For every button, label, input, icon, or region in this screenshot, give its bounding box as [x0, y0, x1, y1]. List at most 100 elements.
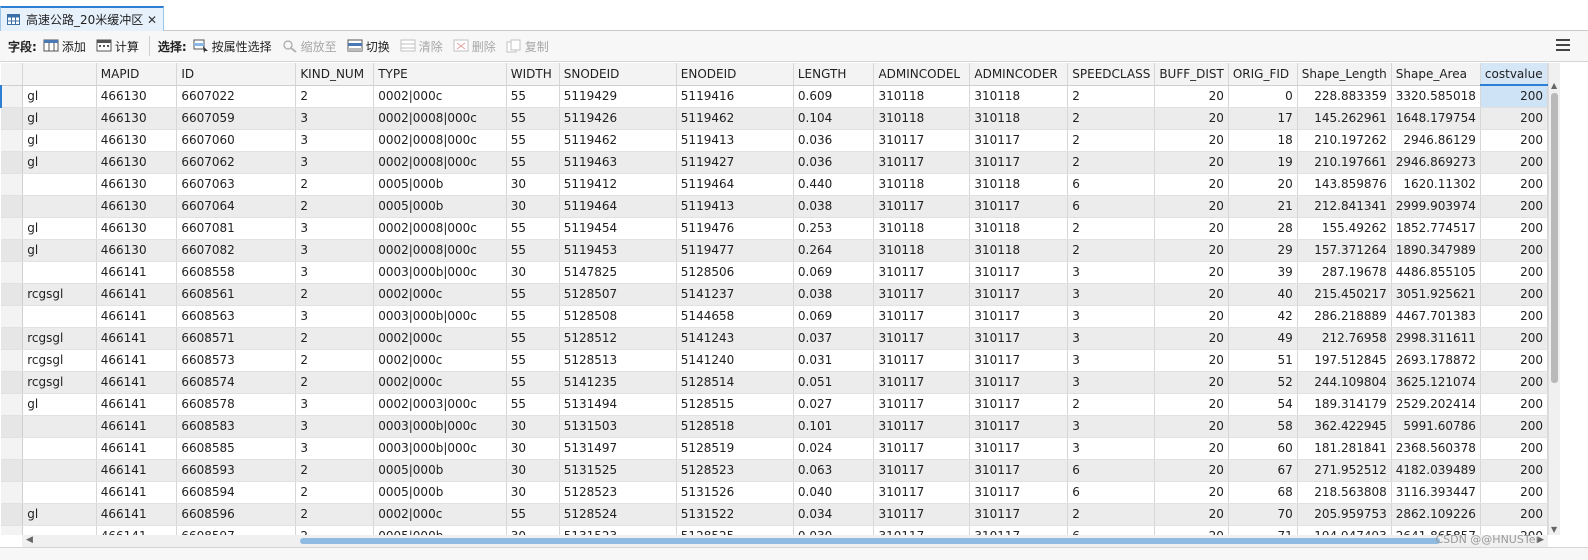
table-cell[interactable]: 0002|0008|000c — [373, 151, 507, 174]
table-cell[interactable]: 200 — [1480, 195, 1548, 218]
table-cell[interactable]: 0002|000c — [373, 349, 507, 372]
table-cell[interactable]: 2 — [295, 481, 375, 504]
table-cell[interactable]: 466130 — [96, 195, 178, 218]
table-cell[interactable]: 200 — [1480, 503, 1548, 526]
table-cell[interactable]: 466141 — [96, 349, 178, 372]
table-cell[interactable]: 0005|000b — [373, 525, 507, 535]
table-cell[interactable]: 30 — [506, 481, 560, 504]
table-cell[interactable]: 310117 — [873, 525, 971, 535]
table-cell[interactable]: 5119477 — [676, 239, 794, 262]
table-cell[interactable]: 212.841341 — [1297, 195, 1392, 218]
table-cell[interactable]: 310117 — [969, 393, 1069, 416]
table-cell[interactable]: 3 — [1067, 349, 1156, 372]
table-cell[interactable]: 55 — [506, 129, 560, 152]
add-field-button[interactable]: 添加 — [43, 38, 86, 55]
table-cell[interactable]: 466130 — [96, 107, 178, 130]
table-cell[interactable]: rcgsgl — [22, 283, 97, 306]
table-cell[interactable]: 310118 — [873, 107, 971, 130]
table-cell[interactable] — [22, 437, 97, 460]
table-cell[interactable]: 244.109804 — [1297, 371, 1392, 394]
table-cell[interactable]: 30 — [506, 525, 560, 535]
table-cell[interactable]: gl — [22, 217, 97, 240]
table-cell[interactable]: 466141 — [96, 305, 178, 328]
table-cell[interactable]: 5128518 — [676, 415, 794, 438]
table-cell[interactable]: gl — [22, 151, 97, 174]
table-cell[interactable]: 310117 — [969, 261, 1069, 284]
table-cell[interactable]: 5119429 — [559, 85, 677, 108]
table-cell[interactable]: 20 — [1154, 327, 1229, 350]
table-cell[interactable]: 5147825 — [559, 261, 677, 284]
table-cell[interactable]: 18 — [1228, 129, 1298, 152]
table-row[interactable]: rcgsgl 466141 6608573 2 0002|000c 55 5128513 51… — [1, 349, 1548, 372]
table-cell[interactable]: 55 — [506, 107, 560, 130]
table-cell[interactable]: gl — [22, 393, 97, 416]
table-cell[interactable]: 20 — [1154, 305, 1229, 328]
row-selector-header[interactable] — [1, 63, 24, 86]
table-cell[interactable]: 20 — [1154, 261, 1229, 284]
table-cell[interactable]: rcgsgl — [22, 371, 97, 394]
table-row[interactable]: 466141660859720005|000b30513152351285250… — [1, 525, 1548, 535]
row-selector[interactable] — [1, 283, 24, 306]
table-cell[interactable]: 1852.774517 — [1391, 217, 1481, 240]
table-cell[interactable]: 310117 — [873, 283, 971, 306]
table-cell[interactable]: 5128523 — [559, 481, 677, 504]
table-cell[interactable]: 60 — [1228, 437, 1298, 460]
table-cell[interactable]: 2946.869273 — [1391, 151, 1481, 174]
table-row[interactable]: rcgsgl 466141 6608571 2 0002|000c 55 5128512 51… — [1, 327, 1548, 350]
table-cell[interactable]: 0002|0008|000c — [373, 129, 507, 152]
table-row[interactable]: 466141 6608583 3 0003|000b|000c 30 5131503 512… — [1, 415, 1548, 438]
table-cell[interactable]: 466130 — [96, 129, 178, 152]
table-cell[interactable]: 5128519 — [676, 437, 794, 460]
table-cell[interactable] — [22, 195, 97, 218]
table-cell[interactable]: 5128506 — [676, 261, 794, 284]
table-cell[interactable]: 200 — [1480, 173, 1548, 196]
table-cell[interactable]: 212.76958 — [1297, 327, 1392, 350]
table-cell[interactable]: 0005|000b — [373, 195, 507, 218]
table-cell[interactable]: 310117 — [969, 503, 1069, 526]
table-cell[interactable]: 6608574 — [176, 371, 297, 394]
table-cell[interactable]: 5141240 — [676, 349, 794, 372]
table-cell[interactable]: 5119454 — [559, 217, 677, 240]
table-cell[interactable]: 40 — [1228, 283, 1298, 306]
column-header[interactable]: BUFF_DIST — [1154, 63, 1229, 86]
table-cell[interactable]: 6607082 — [176, 239, 297, 262]
table-cell[interactable]: 30 — [506, 195, 560, 218]
row-selector[interactable] — [1, 261, 24, 284]
table-cell[interactable]: 0.036 — [793, 151, 875, 174]
table-cell[interactable]: 54 — [1228, 393, 1298, 416]
table-cell[interactable]: 3 — [295, 305, 375, 328]
table-cell[interactable]: 466130 — [96, 239, 178, 262]
table-cell[interactable]: 5128514 — [676, 371, 794, 394]
table-cell[interactable]: 6608571 — [176, 327, 297, 350]
table-cell[interactable]: 71 — [1228, 525, 1298, 535]
table-cell[interactable] — [22, 173, 97, 196]
row-selector[interactable] — [1, 151, 24, 174]
table-cell[interactable]: 5119476 — [676, 217, 794, 240]
table-cell[interactable]: 20 — [1154, 415, 1229, 438]
table-cell[interactable] — [22, 481, 97, 504]
table-cell[interactable]: 6608561 — [176, 283, 297, 306]
table-cell[interactable]: 21 — [1228, 195, 1298, 218]
table-cell[interactable]: 2 — [295, 85, 375, 108]
table-cell[interactable]: 55 — [506, 239, 560, 262]
table-cell[interactable]: 0005|000b — [373, 459, 507, 482]
table-row[interactable]: rcgsgl 466141 6608574 2 0002|000c 55 5141235 51… — [1, 371, 1548, 394]
table-cell[interactable]: 466141 — [96, 261, 178, 284]
calculate-field-button[interactable]: 计算 — [96, 38, 139, 55]
table-cell[interactable]: 0.069 — [793, 305, 875, 328]
table-cell[interactable]: 2 — [295, 195, 375, 218]
table-cell[interactable]: 20 — [1154, 173, 1229, 196]
table-cell[interactable]: 466130 — [96, 151, 178, 174]
table-cell[interactable]: 20 — [1154, 525, 1229, 535]
table-cell[interactable]: 155.49262 — [1297, 217, 1392, 240]
table-cell[interactable]: 466141 — [96, 459, 178, 482]
table-cell[interactable]: 20 — [1154, 349, 1229, 372]
scroll-up-icon[interactable]: ▲ — [1551, 81, 1559, 90]
table-cell[interactable]: 205.959753 — [1297, 503, 1392, 526]
table-cell[interactable]: 6608558 — [176, 261, 297, 284]
table-cell[interactable]: 271.952512 — [1297, 459, 1392, 482]
table-cell[interactable]: 310117 — [969, 327, 1069, 350]
table-cell[interactable]: 0.037 — [793, 327, 875, 350]
table-cell[interactable]: 55 — [506, 217, 560, 240]
table-cell[interactable]: 5131523 — [559, 525, 677, 535]
